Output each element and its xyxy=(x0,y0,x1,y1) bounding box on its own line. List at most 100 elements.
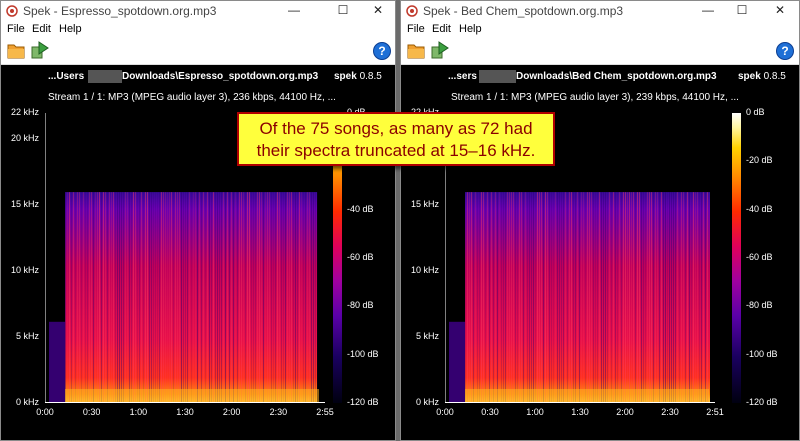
save-arrow-icon[interactable] xyxy=(431,41,449,59)
spectrogram-column xyxy=(167,192,168,403)
x-axis-tick-label: 0:00 xyxy=(36,407,54,417)
spectrogram-column xyxy=(539,192,540,403)
spectrogram-column xyxy=(669,192,670,403)
maximize-button[interactable]: ☐ xyxy=(326,1,360,21)
spectrogram-column xyxy=(309,192,310,403)
spectrogram-column xyxy=(283,192,284,403)
spectrogram-column xyxy=(137,192,138,403)
minimize-button[interactable]: — xyxy=(691,1,725,21)
menu-help[interactable]: Help xyxy=(459,23,482,35)
menu-help[interactable]: Help xyxy=(59,23,82,35)
close-button[interactable]: ✕ xyxy=(763,1,797,21)
menu-bar: File Edit Help xyxy=(401,21,799,38)
spectrogram-column xyxy=(117,192,118,403)
spectrogram-column xyxy=(99,192,100,403)
spectrogram-column xyxy=(89,192,90,403)
spectrogram-column xyxy=(507,192,508,403)
spectrogram-column xyxy=(85,192,86,403)
spek-window-bed-chem: Spek - Bed Chem_spotdown.org.mp3 — ☐ ✕ F… xyxy=(400,0,800,441)
spectrogram-column xyxy=(541,192,542,403)
maximize-button[interactable]: ☐ xyxy=(725,1,759,21)
spectrogram-column xyxy=(523,192,524,403)
spectrogram-column xyxy=(685,192,686,403)
file-path: Downloads\Espresso_spotdown.org.mp3 xyxy=(122,71,319,82)
menu-file[interactable]: File xyxy=(407,23,425,35)
menu-file[interactable]: File xyxy=(7,23,25,35)
spectrogram-column xyxy=(471,192,472,403)
spectrogram-column xyxy=(695,192,696,403)
db-tick-label: -80 dB xyxy=(746,300,773,311)
spectrogram-column xyxy=(607,192,608,403)
spectrogram-column xyxy=(289,192,290,403)
spectrogram-column xyxy=(177,192,178,403)
spectrogram-column xyxy=(589,192,590,403)
open-folder-icon[interactable] xyxy=(7,42,25,59)
spectrogram-column xyxy=(151,192,152,403)
spectrogram-column xyxy=(237,192,238,403)
spectrogram-column xyxy=(651,192,652,403)
spectrogram-column xyxy=(493,192,494,403)
spectrogram-column xyxy=(295,192,296,403)
spectrogram-column xyxy=(191,192,192,403)
y-axis-tick-label: 5 kHz xyxy=(415,331,439,342)
spectrogram-column xyxy=(485,192,486,403)
spectrogram-column xyxy=(255,192,256,403)
save-arrow-icon[interactable] xyxy=(31,41,49,59)
spectrogram-column xyxy=(139,192,140,403)
window-title: Spek - Bed Chem_spotdown.org.mp3 xyxy=(423,4,624,18)
spectrogram-column xyxy=(637,192,638,403)
spectrogram-column xyxy=(537,192,538,403)
spectrogram-column xyxy=(169,192,170,403)
spectrogram-column xyxy=(635,192,636,403)
db-tick-label: -60 dB xyxy=(347,252,374,262)
spectrogram-column xyxy=(315,192,316,403)
help-icon[interactable]: ? xyxy=(373,42,391,60)
spectrogram-column xyxy=(477,192,478,403)
spectrogram-column xyxy=(565,192,566,403)
spectrogram-column xyxy=(675,192,676,403)
spectrogram-column xyxy=(597,192,598,403)
x-axis-tick-label: 1:30 xyxy=(176,407,194,417)
annotation-callout: Of the 75 songs, as many as 72 had their… xyxy=(237,112,555,166)
spek-app-icon xyxy=(6,5,18,17)
spectrogram-column xyxy=(587,192,588,403)
minimize-button[interactable]: — xyxy=(277,1,311,21)
spectrogram-column xyxy=(561,192,562,403)
spectrogram-column xyxy=(235,192,236,403)
spectrogram-column xyxy=(131,192,132,403)
spectrogram-column xyxy=(483,192,484,403)
spectrogram-column xyxy=(135,192,136,403)
spectrogram-column xyxy=(617,192,618,403)
db-tick-label: -100 dB xyxy=(347,348,379,359)
db-tick-label: -120 dB xyxy=(347,397,379,407)
spectrogram-column xyxy=(499,192,500,403)
spectrogram-column xyxy=(525,192,526,403)
spectrogram-column xyxy=(261,192,262,403)
spectrum-intro xyxy=(449,321,465,403)
y-axis-tick-label: 10 kHz xyxy=(410,265,439,276)
open-folder-icon[interactable] xyxy=(407,42,425,59)
menu-edit[interactable]: Edit xyxy=(32,23,51,35)
spectrogram-column xyxy=(703,192,704,403)
spek-name: spek xyxy=(738,71,761,82)
spectrogram-column xyxy=(625,192,626,403)
spectrogram-column xyxy=(663,192,664,403)
spectrogram-column xyxy=(153,192,154,403)
spectrogram-column xyxy=(145,192,146,403)
spectrogram-column xyxy=(111,192,112,403)
spectrogram-column xyxy=(581,192,582,403)
menu-edit[interactable]: Edit xyxy=(432,23,451,35)
bass-band xyxy=(465,389,709,403)
spectrogram-column xyxy=(285,192,286,403)
spectrogram-column xyxy=(659,192,660,403)
spectrogram-column xyxy=(251,192,252,403)
x-axis-tick-label: 2:55 xyxy=(316,407,334,417)
help-icon[interactable]: ? xyxy=(776,42,794,60)
spectrogram-column xyxy=(277,192,278,403)
spectrogram-column xyxy=(187,192,188,403)
spectrogram-column xyxy=(95,192,96,403)
db-tick-label: 0 dB xyxy=(746,107,765,117)
spectrogram-column xyxy=(299,192,300,403)
close-button[interactable]: ✕ xyxy=(361,1,395,21)
callout-line-2: their spectra truncated at 15–16 kHz. xyxy=(256,141,536,160)
